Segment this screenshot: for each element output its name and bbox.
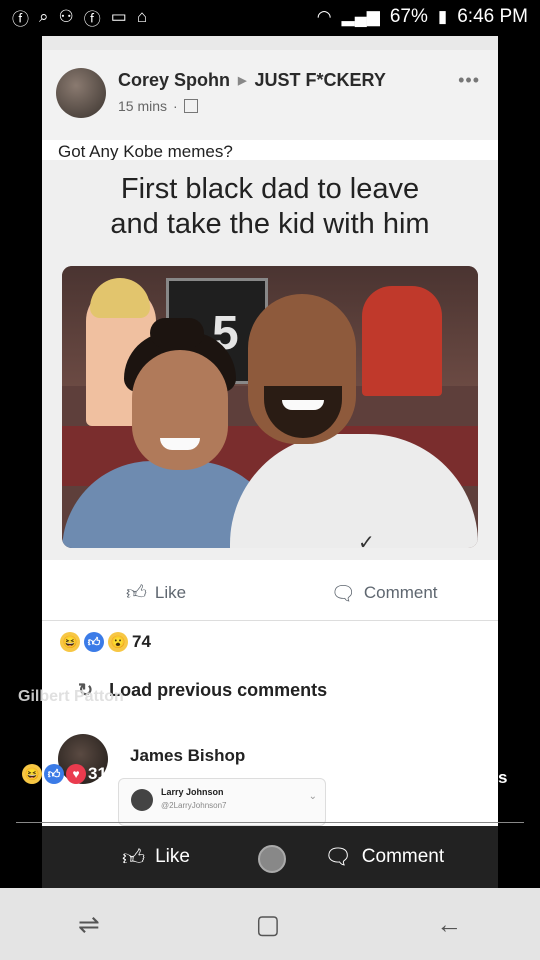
reaction-summary[interactable]: 😆 👍︎ 😮 74 [60,632,151,652]
comment-icon: 🗨︎ [330,582,356,605]
meme-image[interactable]: First black dad to leave and take the ki… [42,160,498,560]
meme-caption: First black dad to leave and take the ki… [42,172,498,242]
author-line: Corey Spohn ▶ JUST F*CKERY [118,70,386,91]
meme-caption-line-2: and take the kid with him [110,208,430,240]
post-action-bar: 👍︎ Like 🗨︎ Comment [42,566,498,620]
like-reaction-icon: 👍︎ [44,764,64,784]
overlay-comments-count[interactable]: 29 Comments [396,768,507,788]
battery-percent: 67% [389,6,428,27]
home-button-icon[interactable] [258,845,286,873]
embed-handle: @2LarryJohnson7 [161,801,227,810]
facebook-icon: ⓕ [83,9,101,29]
wifi-icon: ◠ [316,7,332,26]
status-indicators: ◠ ▂▄▆ 67% ▮ 6:46 PM [317,6,528,28]
like-button[interactable]: 👍︎ Like [42,581,270,605]
arrow-right-icon: ▶ [238,75,247,87]
haha-reaction-icon: 😆 [60,632,80,652]
chevron-down-icon: ⌄ [308,791,317,802]
overlay-divider [16,822,524,823]
author-avatar[interactable] [56,68,106,118]
comment-icon: 🗨︎ [323,844,352,869]
girl-smile [160,438,200,450]
comment-label: Comment [363,583,438,602]
love-reaction-icon: ♥ [66,764,86,784]
meme-caption-line-1: First black dad to leave [120,173,420,205]
post-time[interactable]: 15 mins [118,98,167,114]
bottom-comment-button[interactable]: 🗨︎ Comment [270,844,498,870]
like-reaction-icon: 👍︎ [84,632,104,652]
overlay-reaction-summary[interactable]: 😆 👍︎ ♥ 31 [22,764,107,784]
privacy-icon [183,99,198,113]
comment-embed[interactable]: Larry Johnson @2LarryJohnson7 ⌄ [118,778,326,826]
battery-icon: ▮ [437,7,448,26]
wow-reaction-icon: 😮 [108,632,128,652]
group-name[interactable]: JUST F*CKERY [254,70,385,91]
author-name[interactable]: Corey Spohn [118,70,230,91]
comment-button[interactable]: 🗨︎ Comment [270,581,498,606]
girl-face [132,350,228,470]
bottom-like-label: Like [155,846,190,867]
search-icon: ⌕ [39,7,49,26]
like-label: Like [154,583,187,602]
back-arrow-icon[interactable]: ← [436,909,462,940]
nike-logo-icon: ✓ [358,532,375,548]
notification-icons: ⓕ ⌕ ⚇ ⓕ ▭ ⌂ [12,5,147,30]
more-options-icon[interactable]: ••• [458,70,480,91]
haha-reaction-icon: 😆 [22,764,42,784]
home-icon: ⌂ [136,7,148,26]
meme-photo: 5 ✓ [62,266,478,548]
man-smile [282,400,324,410]
thumbs-up-icon: 👍︎ [125,582,147,604]
background-person [362,286,442,396]
clock: 6:46 PM [457,6,528,27]
girl-hair-bun [150,318,204,348]
post-text: Got Any Kobe memes? [58,142,233,161]
bottom-action-bar: 👍︎ Like 🗨︎ Comment [42,826,498,888]
home-icon[interactable]: ▢ [256,909,281,940]
thumbs-up-icon: 👍︎ [122,844,146,870]
gallery-icon: ▭ [110,7,127,26]
commenter-name[interactable]: James Bishop [130,746,245,766]
bottom-like-button[interactable]: 👍︎ Like [42,844,270,871]
recent-apps-icon[interactable]: ⇌ [78,909,100,940]
facebook-post-card: Corey Spohn ▶ JUST F*CKERY 15 mins · •••… [42,36,498,888]
overlay-reaction-count: 31 [88,764,107,783]
status-bar: ⓕ ⌕ ⚇ ⓕ ▭ ⌂ ◠ ▂▄▆ 67% ▮ 6:46 PM [0,0,540,34]
bottom-comment-label: Comment [361,846,445,867]
facebook-icon: ⓕ [12,9,29,29]
post-header: Corey Spohn ▶ JUST F*CKERY 15 mins · •••… [42,50,498,161]
embed-name: Larry Johnson [161,787,224,797]
android-navigation-bar: ⇌ ▢ ← [0,888,540,960]
post-meta: 15 mins · [118,98,198,114]
load-previous-label: Load previous comments [109,680,328,700]
signal-icon: ▂▄▆ [341,7,380,26]
overlay-commenter-name: Gilbert Patton [18,688,124,705]
divider [42,620,498,621]
meeting-icon: ⚇ [58,7,74,26]
separator-dot: · [173,98,178,114]
embed-avatar [131,789,153,811]
reaction-count: 74 [132,632,151,651]
